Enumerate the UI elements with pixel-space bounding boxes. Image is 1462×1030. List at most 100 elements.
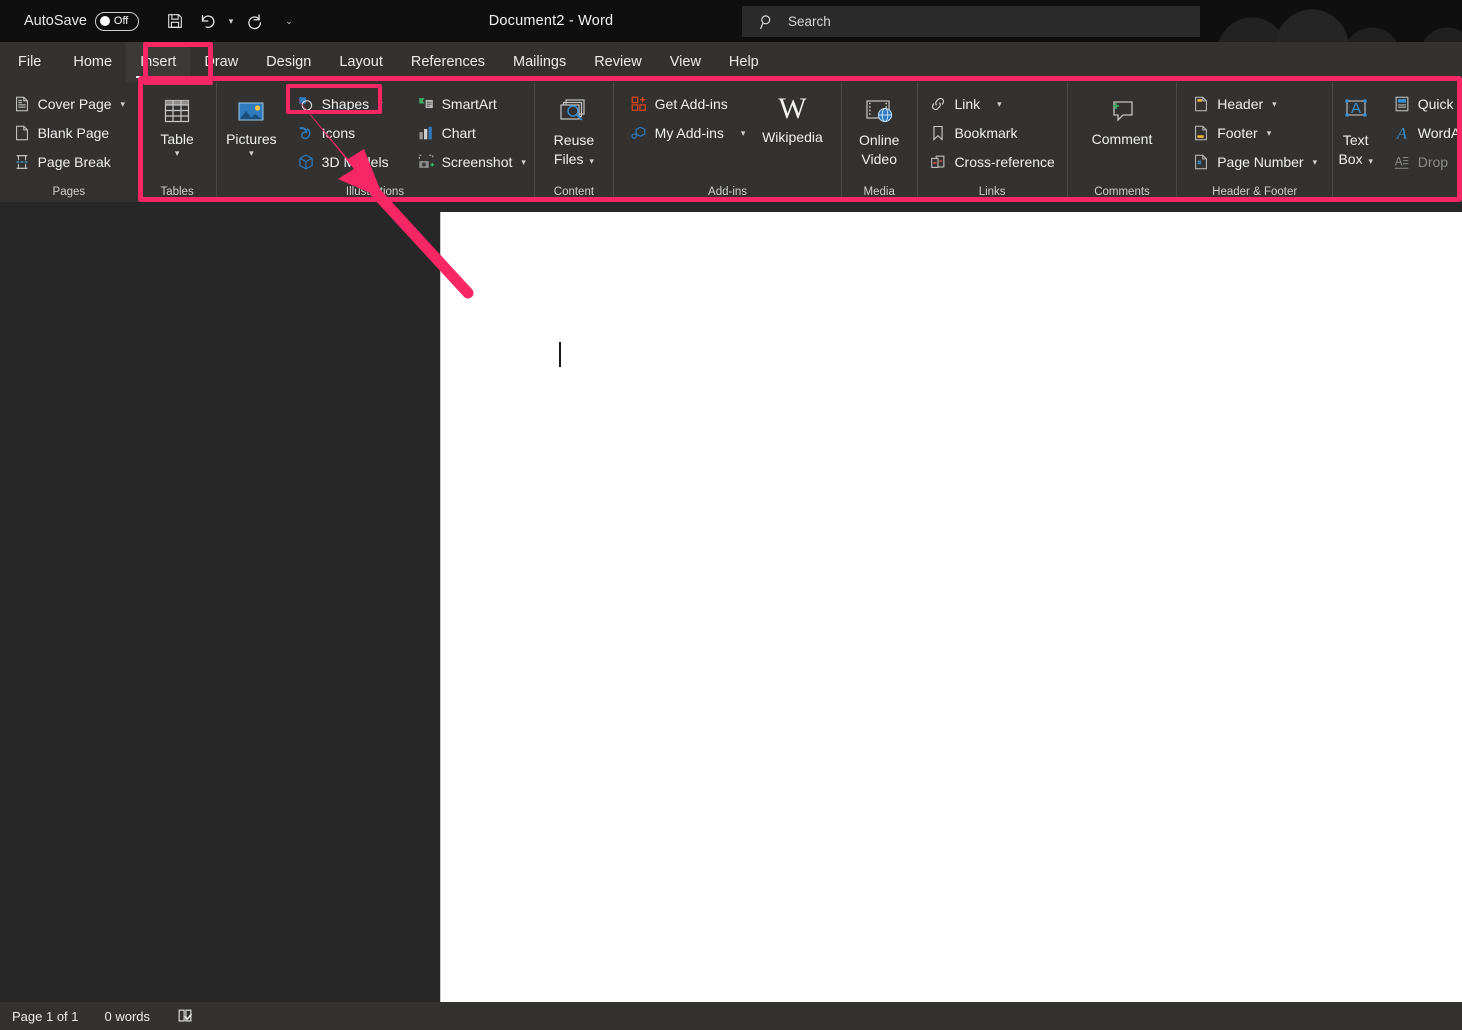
shapes-button[interactable]: Shapes ▾ xyxy=(291,91,395,117)
document-title-text: Document2 - Word xyxy=(489,13,614,29)
tab-draw-label: Draw xyxy=(204,54,238,70)
online-video-icon xyxy=(862,93,896,131)
footer-button[interactable]: Footer ▾ xyxy=(1186,120,1323,146)
group-label-addins: Add-ins xyxy=(620,182,834,202)
3d-models-button[interactable]: 3D Models xyxy=(291,149,395,175)
page-indicator[interactable]: Page 1 of 1 xyxy=(12,1009,79,1024)
tab-help[interactable]: Help xyxy=(715,42,773,82)
document-page[interactable] xyxy=(440,212,1462,1002)
text-box-button[interactable]: A TextBox ▾ xyxy=(1329,89,1383,171)
table-label: Table xyxy=(160,131,193,147)
quick-parts-button[interactable]: Quick xyxy=(1387,91,1462,117)
undo-icon[interactable] xyxy=(192,6,222,36)
page-number-chevron-down-icon[interactable]: ▾ xyxy=(1313,157,1318,168)
footer-chevron-down-icon[interactable]: ▾ xyxy=(1267,128,1272,139)
ribbon-group-tables: Table ▾ Tables xyxy=(138,82,216,202)
reuse-files-icon xyxy=(557,93,591,131)
tab-file[interactable]: File xyxy=(0,42,59,82)
page-break-icon xyxy=(13,153,31,171)
save-icon[interactable] xyxy=(160,6,190,36)
drop-cap-icon: A xyxy=(1393,153,1411,171)
search-box[interactable]: Search xyxy=(742,6,1200,37)
pictures-chevron-down-icon[interactable]: ▾ xyxy=(249,148,254,158)
header-button[interactable]: Header ▾ xyxy=(1186,91,1323,117)
page-number-icon xyxy=(1192,153,1210,171)
page-break-button[interactable]: Page Break xyxy=(7,149,131,175)
wordart-button[interactable]: A WordA xyxy=(1387,120,1462,146)
quick-access-toolbar: ▾ ⌄ xyxy=(160,0,296,42)
icons-button[interactable]: Icons xyxy=(291,120,395,146)
footer-icon xyxy=(1192,124,1210,142)
autosave-toggle[interactable]: Off xyxy=(95,12,139,31)
document-workspace[interactable] xyxy=(0,202,1462,1002)
link-chevron-down-icon[interactable]: ▾ xyxy=(997,99,1002,110)
icons-label: Icons xyxy=(322,125,355,141)
ribbon-group-pages: Cover Page ▾ Blank Page xyxy=(0,82,138,202)
screenshot-chevron-down-icon[interactable]: ▾ xyxy=(521,157,526,168)
tab-layout[interactable]: Layout xyxy=(325,42,397,82)
online-video-button[interactable]: OnlineVideo xyxy=(851,89,907,169)
customize-qat-chevron-down-icon[interactable]: ⌄ xyxy=(282,6,296,36)
smartart-button[interactable]: SmartArt xyxy=(411,91,532,117)
pictures-icon xyxy=(234,93,268,131)
header-chevron-down-icon[interactable]: ▾ xyxy=(1272,99,1277,110)
drop-cap-button: A Drop xyxy=(1387,149,1462,175)
get-addins-button[interactable]: Get Add-ins xyxy=(624,91,752,117)
link-button[interactable]: Link ▾ xyxy=(923,91,1060,117)
tab-draw[interactable]: Draw xyxy=(190,42,252,82)
autosave-control[interactable]: AutoSave Off xyxy=(24,0,139,42)
table-chevron-down-icon[interactable]: ▾ xyxy=(175,148,180,158)
proofing-status[interactable] xyxy=(176,1007,194,1025)
my-addins-chevron-down-icon[interactable]: ▾ xyxy=(741,128,746,139)
cross-reference-label: Cross-reference xyxy=(954,154,1054,170)
shapes-icon xyxy=(297,95,315,113)
tab-home[interactable]: Home xyxy=(59,42,126,82)
cover-page-label: Cover Page xyxy=(38,96,112,112)
word-count[interactable]: 0 words xyxy=(105,1009,151,1024)
ribbon-group-comments: Comment Comments xyxy=(1067,82,1177,202)
chart-button[interactable]: Chart xyxy=(411,120,532,146)
tab-design[interactable]: Design xyxy=(252,42,325,82)
title-bar: AutoSave Off ▾ ⌄ xyxy=(0,0,1462,42)
screenshot-button[interactable]: Screenshot ▾ xyxy=(411,149,532,175)
text-box-chevron-down-icon[interactable]: ▾ xyxy=(1368,156,1373,166)
tab-design-label: Design xyxy=(266,54,311,70)
tab-references[interactable]: References xyxy=(397,42,499,82)
3d-models-label: 3D Models xyxy=(322,154,389,170)
group-label-media: Media xyxy=(848,182,911,202)
quick-parts-icon xyxy=(1393,95,1411,113)
tab-review[interactable]: Review xyxy=(580,42,656,82)
wikipedia-icon: W xyxy=(778,89,806,129)
get-addins-icon xyxy=(630,95,648,113)
tab-mailings-label: Mailings xyxy=(513,54,566,70)
word-count-label: 0 words xyxy=(105,1009,151,1024)
my-addins-button[interactable]: My Add-ins ▾ xyxy=(624,120,752,146)
reuse-files-button[interactable]: ReuseFiles ▾ xyxy=(546,89,602,171)
pictures-button[interactable]: Pictures ▾ xyxy=(218,89,285,158)
svg-text:A: A xyxy=(1351,100,1361,117)
shapes-chevron-down-icon[interactable]: ▾ xyxy=(378,99,383,110)
text-box-label: TextBox ▾ xyxy=(1338,131,1373,171)
redo-icon[interactable] xyxy=(240,6,270,36)
wikipedia-button[interactable]: W Wikipedia xyxy=(753,89,831,145)
cover-page-button[interactable]: Cover Page ▾ xyxy=(7,91,131,117)
tab-mailings[interactable]: Mailings xyxy=(499,42,580,82)
ribbon-group-content: ReuseFiles ▾ Content xyxy=(534,82,614,202)
cross-reference-button[interactable]: Cross-reference xyxy=(923,149,1060,175)
blank-page-button[interactable]: Blank Page xyxy=(7,120,131,146)
3d-models-icon xyxy=(297,153,315,171)
reuse-files-chevron-down-icon[interactable]: ▾ xyxy=(589,156,594,166)
status-bar: Page 1 of 1 0 words xyxy=(0,1002,1462,1030)
page-number-button[interactable]: Page Number ▾ xyxy=(1186,149,1323,175)
table-button[interactable]: Table ▾ xyxy=(149,89,205,158)
tab-insert[interactable]: Insert xyxy=(126,42,190,82)
undo-chevron-down-icon[interactable]: ▾ xyxy=(224,6,238,36)
ribbon-group-illustrations: Pictures ▾ Shapes ▾ xyxy=(216,82,534,202)
bookmark-button[interactable]: Bookmark xyxy=(923,120,1060,146)
reuse-files-label: ReuseFiles ▾ xyxy=(554,131,594,171)
blank-page-icon xyxy=(13,124,31,142)
comment-button[interactable]: Comment xyxy=(1077,89,1167,147)
cover-page-chevron-down-icon[interactable]: ▾ xyxy=(121,99,126,110)
tab-view[interactable]: View xyxy=(656,42,715,82)
toggle-knob xyxy=(100,16,110,26)
